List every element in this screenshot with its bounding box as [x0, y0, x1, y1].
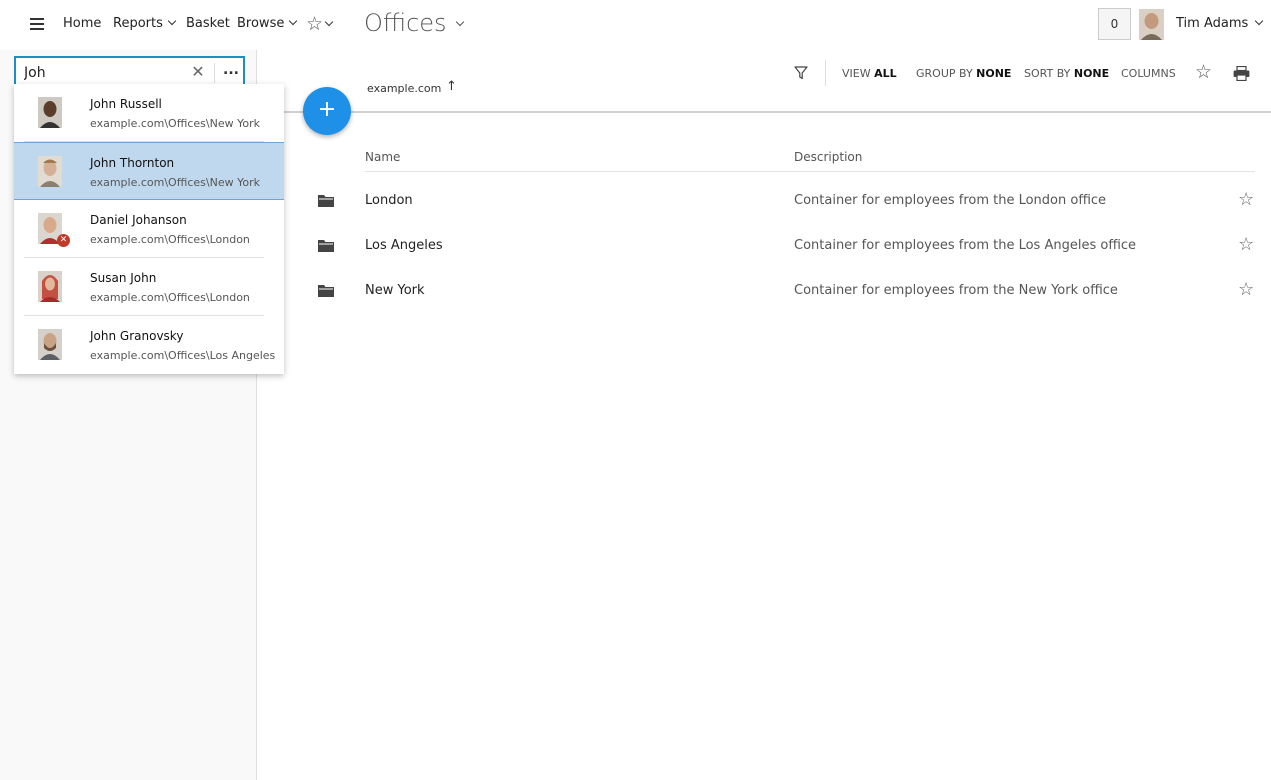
disabled-status-icon: ✕ [57, 234, 70, 247]
suggestion-name: Susan John [90, 271, 157, 285]
nav-browse-label: Browse [237, 16, 285, 31]
page-title-menu[interactable]: Offices [364, 9, 464, 37]
table-row[interactable]: Los Angeles Container for employees from… [300, 223, 1260, 268]
suggestion-item[interactable]: John Granovsky example.com\Offices\Los A… [14, 316, 284, 374]
sort-value-label: NONE [1073, 67, 1110, 80]
user-menu[interactable]: Tim Adams [1176, 16, 1264, 31]
row-name: London [365, 193, 413, 208]
add-button[interactable]: + [303, 87, 351, 135]
columns-label: COLUMNS [1121, 67, 1176, 80]
row-name: Los Angeles [365, 238, 443, 253]
folder-icon [318, 285, 334, 297]
star-icon[interactable]: ☆ [1195, 61, 1212, 83]
suggestion-path: example.com\Offices\New York [90, 117, 260, 130]
sort-prefix-label: SORT BY [1024, 67, 1071, 80]
nav-reports-label: Reports [113, 16, 163, 31]
chevron-down-icon [324, 17, 334, 27]
suggestion-path: example.com\Offices\London [90, 233, 250, 246]
print-icon[interactable] [1233, 66, 1250, 81]
header-divider [365, 171, 1255, 172]
column-header-description[interactable]: Description [794, 150, 862, 164]
suggestion-path: example.com\Offices\New York [90, 176, 260, 189]
nav-browse-menu[interactable]: Browse [237, 16, 298, 31]
arrow-up-icon[interactable]: ↑ [446, 79, 457, 94]
row-name: New York [365, 283, 425, 298]
basket-count-badge[interactable]: 0 [1098, 8, 1131, 40]
view-prefix-label: VIEW [842, 67, 871, 80]
view-value-label: ALL [874, 67, 897, 80]
star-icon[interactable]: ☆ [1238, 189, 1254, 210]
chevron-down-icon [167, 16, 177, 26]
star-icon[interactable]: ☆ [1238, 279, 1254, 300]
row-description: Container for employees from the London … [794, 193, 1107, 208]
search-more-button[interactable]: ... [220, 62, 242, 82]
suggestion-path: example.com\Offices\Los Angeles [90, 349, 276, 362]
nav-home-label: Home [63, 16, 102, 31]
star-icon: ☆ [306, 13, 324, 35]
filter-icon[interactable] [794, 66, 808, 80]
suggestion-name: John Russell [90, 97, 162, 111]
user-avatar[interactable] [1139, 9, 1164, 40]
breadcrumb[interactable]: example.com [367, 82, 441, 95]
suggestion-item[interactable]: ✕ Daniel Johanson example.com\Offices\Lo… [14, 200, 284, 258]
suggestion-name: John Thornton [90, 156, 175, 170]
avatar [38, 271, 62, 302]
chevron-down-icon [455, 17, 464, 27]
row-description: Container for employees from the New Yor… [794, 283, 1118, 298]
favorites-menu[interactable]: ☆ [306, 13, 334, 35]
user-name-label: Tim Adams [1176, 16, 1249, 31]
view-selector[interactable]: VIEW ALL [842, 67, 897, 80]
avatar [38, 97, 62, 128]
nav-basket-label: Basket [186, 16, 230, 31]
table-row[interactable]: New York Container for employees from th… [300, 268, 1260, 313]
suggestion-item[interactable]: John Russell example.com\Offices\New Yor… [14, 84, 284, 142]
suggestion-name: John Granovsky [90, 329, 184, 343]
nav-basket-link[interactable]: Basket [186, 16, 230, 31]
row-description: Container for employees from the Los Ang… [794, 238, 1137, 253]
folder-icon [318, 195, 334, 207]
star-icon[interactable]: ☆ [1238, 234, 1254, 255]
column-header-name[interactable]: Name [365, 150, 400, 164]
group-by-selector[interactable]: GROUP BY NONE [916, 67, 1011, 80]
suggestion-name: Daniel Johanson [90, 213, 187, 227]
hamburger-menu-icon[interactable] [30, 18, 44, 30]
search-input[interactable] [24, 63, 184, 83]
sort-by-selector[interactable]: SORT BY NONE [1024, 67, 1109, 80]
close-icon[interactable]: ✕ [191, 63, 205, 81]
group-prefix-label: GROUP BY [916, 67, 973, 80]
table-row[interactable]: London Container for employees from the … [300, 178, 1260, 223]
suggestion-item[interactable]: Susan John example.com\Offices\London [14, 258, 284, 316]
toolbar-separator [825, 60, 826, 86]
columns-button[interactable]: COLUMNS [1121, 67, 1176, 80]
chevron-down-icon [1255, 16, 1264, 26]
top-navigation-bar: Home Reports Basket Browse ☆ Offices 0 T… [0, 0, 1271, 50]
avatar [38, 156, 62, 187]
suggestion-path: example.com\Offices\London [90, 291, 250, 304]
avatar [38, 329, 62, 360]
nav-home-link[interactable]: Home [63, 16, 101, 31]
page-title: Offices [364, 9, 447, 37]
chevron-down-icon [289, 16, 298, 26]
nav-reports-menu[interactable]: Reports [113, 16, 177, 31]
search-separator [214, 63, 215, 83]
folder-icon [318, 240, 334, 252]
group-value-label: NONE [976, 67, 1012, 80]
toolbar-divider [257, 111, 1271, 113]
search-suggestions-dropdown: John Russell example.com\Offices\New Yor… [14, 84, 284, 374]
suggestion-item-selected[interactable]: John Thornton example.com\Offices\New Yo… [14, 142, 284, 200]
